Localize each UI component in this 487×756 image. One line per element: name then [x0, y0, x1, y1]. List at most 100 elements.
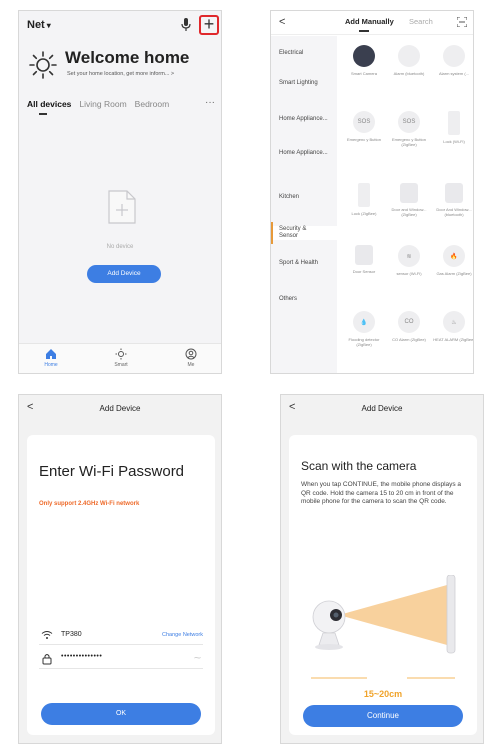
wifi-warning: Only support 2.4GHz Wi-Fi network [39, 501, 140, 507]
device-tile[interactable]: Lock (ZigBee) [341, 183, 387, 216]
more-rooms-button[interactable]: ··· [205, 97, 215, 108]
device-tile[interactable]: Door Sensor [341, 245, 387, 274]
device-tile[interactable]: Door And Window...(bluetooth) [431, 183, 473, 217]
ok-button[interactable]: OK [41, 703, 201, 725]
device-tile[interactable]: 🔥 Gas Alarm (ZigBee) [431, 245, 473, 276]
wifi-heading: Enter Wi-Fi Password [39, 463, 185, 480]
back-button[interactable]: < [279, 16, 285, 28]
change-network-link[interactable]: Change Network [162, 632, 203, 638]
device-tile[interactable]: ♨ HEAT ALARM (ZigBee) [431, 311, 474, 342]
device-label: CO Alarm (ZigBee) [392, 337, 426, 342]
device-label: Door Sensor [352, 269, 376, 274]
tab-add-manually[interactable]: Add Manually [345, 17, 394, 32]
network-label: Net [27, 19, 45, 31]
add-manually-screen: < Add Manually Search Electrical Smart L… [270, 10, 474, 374]
device-icon: CO [398, 311, 420, 333]
nav-me[interactable]: Me [171, 348, 211, 368]
device-icon [400, 183, 418, 203]
wifi-password-row[interactable]: •••••••••••••• ⁓ [39, 649, 203, 669]
scan-heading: Scan with the camera [301, 459, 417, 473]
device-tile[interactable]: SOS Emergenc y Button [341, 111, 387, 142]
device-tile[interactable]: Alarm (bluetooth) [386, 45, 432, 76]
microphone-icon[interactable] [181, 18, 191, 32]
device-icon: SOS [398, 111, 420, 133]
device-tile[interactable]: Alarm system (... [431, 45, 473, 76]
device-label: HEAT ALARM (ZigBee) [433, 337, 474, 342]
screen-title: Add Device [99, 404, 141, 413]
home-topbar: Net ▾ + [19, 11, 221, 41]
device-label: Alarm (bluetooth) [393, 71, 425, 76]
room-tabs: All devices Living Room Bedroom [27, 99, 217, 115]
camera-beam [339, 585, 447, 645]
add-manually-header: < Add Manually Search [271, 11, 473, 35]
nav-home[interactable]: Home [31, 348, 71, 368]
home-location-prompt[interactable]: Set your home location, get more inform.… [67, 71, 217, 77]
tab-all-devices[interactable]: All devices [27, 99, 71, 115]
category-sport-health[interactable]: Sport & Health [271, 260, 337, 267]
lock-icon [42, 654, 52, 665]
password-field[interactable]: •••••••••••••• [61, 653, 102, 660]
category-security-sensor[interactable]: Security & Sensor [271, 222, 337, 244]
device-icon: 💧 [353, 311, 375, 333]
category-kitchen[interactable]: Kitchen [271, 194, 337, 201]
device-icon [353, 45, 375, 67]
scan-camera-screen: < Add Device Scan with the camera When y… [280, 394, 484, 744]
category-electrical[interactable]: Electrical [271, 50, 337, 57]
device-icon [443, 45, 465, 67]
distance-label: 15~20cm [363, 689, 403, 699]
device-tile[interactable]: CO CO Alarm (ZigBee) [386, 311, 432, 342]
wifi-ssid: TP380 [61, 631, 82, 638]
empty-state-text: No device [106, 244, 134, 250]
device-tile[interactable]: ≋ sensor (Wi-Fi) [386, 245, 432, 276]
add-device-button[interactable]: Add Device [87, 265, 161, 283]
scan-card: Scan with the camera When you tap CONTIN… [289, 435, 477, 735]
wifi-network-row: TP380 Change Network [39, 625, 203, 645]
tab-bedroom[interactable]: Bedroom [135, 99, 170, 109]
scan-icon[interactable] [457, 17, 467, 27]
device-label: Smart Camera [350, 71, 377, 76]
user-icon [185, 348, 197, 360]
device-icon [358, 183, 370, 207]
device-label: Alarm system (... [438, 71, 469, 76]
nav-smart[interactable]: Smart [101, 348, 141, 368]
device-label: sensor (Wi-Fi) [396, 271, 422, 276]
chevron-down-icon: ▾ [46, 21, 51, 30]
device-tile[interactable]: Door and Window...(ZigBee) [386, 183, 432, 217]
device-label: Emergenc y Button (ZigBee) [391, 137, 427, 147]
device-icon: 🔥 [443, 245, 465, 267]
hide-password-icon[interactable]: ⁓ [194, 654, 201, 662]
welcome-title: Welcome home [65, 48, 190, 67]
bottom-navigation: Home Smart Me [19, 343, 221, 373]
device-icon [448, 111, 460, 135]
add-device-plus-button[interactable]: + [199, 15, 219, 35]
device-tile[interactable]: SOS Emergenc y Button (ZigBee) [386, 111, 432, 147]
device-label: Emergenc y Button [346, 137, 382, 142]
continue-button[interactable]: Continue [303, 705, 463, 727]
tab-search[interactable]: Search [409, 17, 433, 26]
tab-living-room[interactable]: Living Room [79, 99, 126, 109]
camera-phone-illustration [311, 575, 456, 679]
device-tile[interactable]: Lock (Wi-Fi) [431, 111, 473, 144]
category-sidebar: Electrical Smart Lighting Home Appliance… [271, 36, 337, 373]
wifi-icon [41, 631, 53, 639]
phone-icon [446, 575, 456, 654]
plus-icon: + [203, 14, 215, 34]
home-icon [46, 349, 56, 359]
device-icon: ♨ [443, 311, 465, 333]
page: Net ▾ + Welcome home Set your home locati… [0, 0, 487, 756]
category-others[interactable]: Others [271, 296, 337, 303]
device-tile[interactable]: Smart Camera [341, 45, 387, 76]
category-home-appliance-2[interactable]: Home Appliance... [271, 150, 331, 157]
home-screen: Net ▾ + Welcome home Set your home locati… [18, 10, 222, 374]
category-home-appliance-1[interactable]: Home Appliance... [271, 116, 331, 123]
screen-title: Add Device [361, 404, 403, 413]
wifi-password-screen: < Add Device Enter Wi-Fi Password Only s… [18, 394, 222, 744]
device-tile[interactable]: 💧 Flooding detector (ZigBee) [341, 311, 387, 347]
network-selector[interactable]: Net ▾ [27, 19, 51, 31]
category-smart-lighting[interactable]: Smart Lighting [271, 80, 321, 87]
nav-home-label: Home [44, 362, 58, 368]
device-icon [355, 245, 373, 265]
device-label: Lock (Wi-Fi) [443, 139, 465, 144]
wifi-card: Enter Wi-Fi Password Only support 2.4GHz… [27, 435, 215, 735]
empty-document-icon [108, 190, 136, 224]
